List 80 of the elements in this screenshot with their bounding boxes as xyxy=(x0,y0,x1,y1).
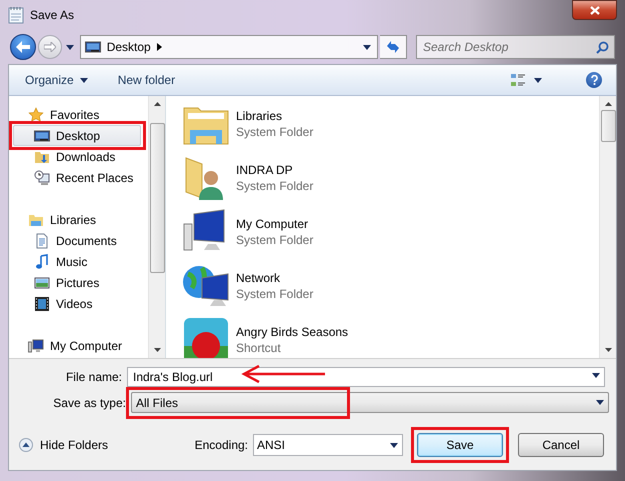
scrollbar[interactable] xyxy=(148,96,165,358)
dialog-button[interactable]: Save xyxy=(417,433,503,457)
forward-arrow-icon xyxy=(44,42,56,52)
encoding-label: Encoding: xyxy=(194,437,248,454)
file-item[interactable]: Angry Birds Seasons Shortcut xyxy=(182,316,599,358)
encoding-dropdown[interactable]: ANSI xyxy=(253,434,403,456)
monitor-icon xyxy=(34,128,50,144)
view-options-button[interactable] xyxy=(510,72,542,88)
sidebar-item[interactable]: Downloads xyxy=(13,146,141,167)
refresh-button[interactable] xyxy=(380,35,407,59)
close-icon xyxy=(590,6,600,14)
view-list-icon xyxy=(510,72,526,88)
scrollbar[interactable] xyxy=(599,96,616,358)
scroll-down-icon[interactable] xyxy=(604,348,612,352)
sidebar-item[interactable]: Videos xyxy=(13,293,141,314)
back-arrow-icon xyxy=(16,41,30,53)
collapse-icon xyxy=(19,438,33,452)
refresh-icon xyxy=(385,40,402,54)
scroll-down-icon[interactable] xyxy=(154,348,160,352)
file-item[interactable]: INDRA DP System Folder xyxy=(182,154,599,202)
file-name-field[interactable]: Indra's Blog.url xyxy=(127,367,605,387)
file-name: Libraries xyxy=(236,108,284,124)
file-name: My Computer xyxy=(236,216,310,232)
sidebar-item[interactable]: Pictures xyxy=(13,272,141,293)
sidebar-item[interactable]: Documents xyxy=(13,230,141,251)
breadcrumb-arrow-icon xyxy=(156,43,162,51)
file-item[interactable]: Network System Folder xyxy=(182,262,599,310)
notepad-icon xyxy=(8,6,24,24)
music-note-icon xyxy=(34,254,50,270)
caret-icon xyxy=(80,78,88,82)
address-location[interactable]: Desktop xyxy=(106,38,151,56)
star-icon xyxy=(28,106,44,122)
app-icon xyxy=(182,316,230,358)
file-type: System Folder xyxy=(236,286,314,302)
toolbar-menu[interactable]: Organize xyxy=(25,71,88,89)
sidebar-item[interactable]: Music xyxy=(13,251,141,272)
dropdown-caret-icon xyxy=(390,442,398,448)
file-name-label: File name: xyxy=(64,369,123,386)
file-name: Network xyxy=(236,270,282,286)
sidebar-item[interactable]: Libraries xyxy=(13,209,141,230)
sidebar-item[interactable]: Favorites xyxy=(13,104,141,125)
file-type: System Folder xyxy=(236,124,314,140)
hide-folders-button[interactable]: Hide Folders xyxy=(19,436,108,454)
toolbar-button[interactable]: New folder xyxy=(118,71,176,89)
caret-icon xyxy=(66,44,74,50)
file-name: INDRA DP xyxy=(236,162,294,178)
scroll-thumb[interactable] xyxy=(600,110,616,142)
dropdown-caret-icon xyxy=(592,373,600,378)
dialog-button[interactable]: Cancel xyxy=(518,433,604,457)
sidebar-item[interactable]: Desktop xyxy=(13,125,141,146)
address-bar[interactable]: Desktop xyxy=(80,35,378,59)
file-item[interactable]: My Computer System Folder xyxy=(182,208,599,256)
document-icon xyxy=(34,232,50,248)
file-type: Shortcut xyxy=(236,340,282,356)
window-title: Save As xyxy=(30,7,74,24)
question-mark-icon xyxy=(590,75,598,85)
computer-icon xyxy=(28,338,44,354)
monitor-icon xyxy=(84,39,101,55)
scroll-up-icon[interactable] xyxy=(604,102,612,106)
sidebar-item[interactable]: My Computer xyxy=(13,335,141,356)
picture-icon xyxy=(34,274,50,290)
close-button[interactable] xyxy=(572,0,617,20)
file-type: System Folder xyxy=(236,232,314,248)
film-icon xyxy=(34,296,50,312)
help-button[interactable] xyxy=(586,72,602,88)
scroll-up-icon[interactable] xyxy=(154,102,160,106)
back-button[interactable] xyxy=(10,34,36,60)
caret-icon xyxy=(534,78,542,82)
file-type: System Folder xyxy=(236,178,314,194)
dropdown-caret-icon xyxy=(596,400,604,405)
file-name: Angry Birds Seasons xyxy=(236,324,348,340)
search-icon xyxy=(596,41,609,54)
file-item[interactable]: Libraries System Folder xyxy=(182,100,599,148)
caret-icon xyxy=(363,44,372,50)
save-as-type-dropdown[interactable]: All Files xyxy=(131,392,609,413)
clock-monitor-icon xyxy=(34,170,50,186)
sidebar-item[interactable]: Recent Places xyxy=(13,167,141,188)
search-field[interactable]: Search Desktop xyxy=(416,35,615,59)
scroll-thumb[interactable] xyxy=(150,123,164,273)
save-as-type-label: Save as type: xyxy=(52,394,127,412)
